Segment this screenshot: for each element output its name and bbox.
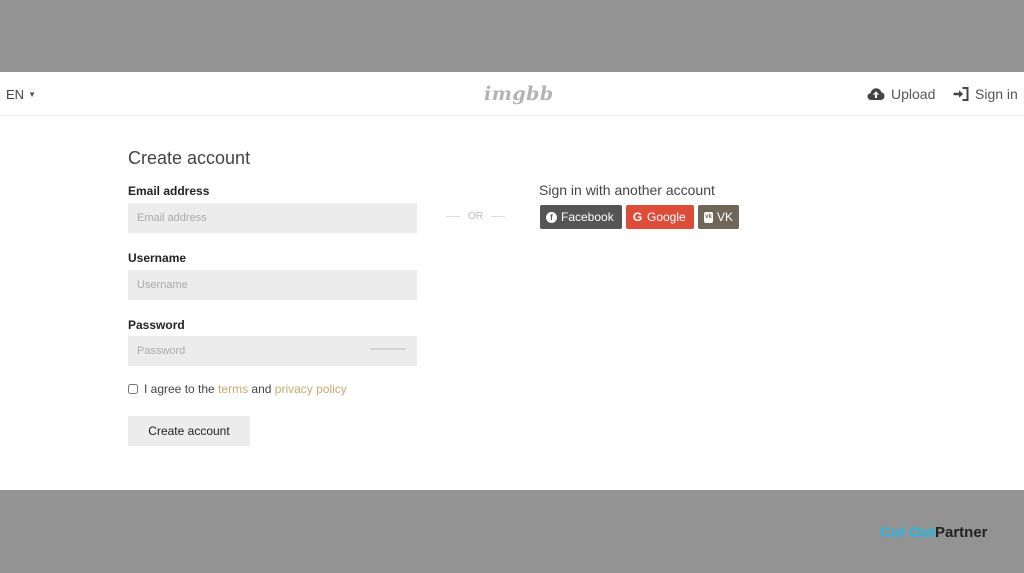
vk-button[interactable]: vk VK	[698, 205, 739, 229]
vk-icon: vk	[704, 211, 713, 223]
site-logo[interactable]: imgbb	[484, 83, 554, 105]
sign-in-label: Sign in	[975, 86, 1018, 102]
language-label: EN	[6, 87, 25, 102]
or-separator: OR	[446, 211, 505, 222]
vk-label: VK	[716, 210, 733, 224]
page-title: Create account	[128, 148, 251, 168]
facebook-icon: f	[546, 211, 557, 223]
upload-link[interactable]: Upload	[867, 86, 935, 102]
cloud-upload-icon	[867, 88, 885, 100]
email-field[interactable]	[128, 203, 417, 233]
privacy-policy-link[interactable]: privacy policy	[275, 382, 347, 396]
show-password-toggle[interactable]	[370, 348, 406, 350]
create-account-button[interactable]: Create account	[128, 416, 250, 446]
language-selector[interactable]: EN ▼	[6, 87, 36, 102]
watermark-logo: Cut Out Partner	[880, 524, 988, 541]
agree-checkbox[interactable]	[128, 384, 138, 394]
separator-rule-left	[446, 216, 460, 217]
alt-signin-title: Sign in with another account	[539, 182, 715, 198]
agree-prefix: I agree to the	[144, 382, 215, 396]
google-icon: G	[632, 210, 643, 224]
watermark-part-b: Partner	[934, 524, 988, 541]
terms-link[interactable]: terms	[218, 382, 248, 396]
username-field[interactable]	[128, 270, 417, 300]
password-label: Password	[128, 318, 185, 332]
sign-in-link[interactable]: Sign in	[953, 86, 1018, 102]
google-button[interactable]: G Google	[626, 205, 694, 229]
facebook-button[interactable]: f Facebook	[540, 205, 622, 229]
agree-and: and	[251, 382, 272, 396]
terms-agreement: I agree to the terms and privacy policy	[128, 382, 347, 396]
separator-rule-right	[491, 216, 505, 217]
sign-in-icon	[953, 87, 969, 101]
watermark-part-a: Cut Out	[880, 524, 935, 541]
password-field[interactable]	[128, 336, 417, 366]
top-bar: EN ▼ imgbb Upload Sign in	[0, 72, 1024, 116]
email-label: Email address	[128, 184, 210, 198]
upload-label: Upload	[891, 86, 936, 102]
google-label: Google	[647, 210, 686, 224]
facebook-label: Facebook	[561, 210, 614, 224]
chevron-down-icon: ▼	[28, 90, 36, 99]
or-label: OR	[468, 211, 483, 222]
username-label: Username	[128, 251, 187, 265]
browser-viewport: EN ▼ imgbb Upload Sign in Create account…	[0, 72, 1024, 490]
